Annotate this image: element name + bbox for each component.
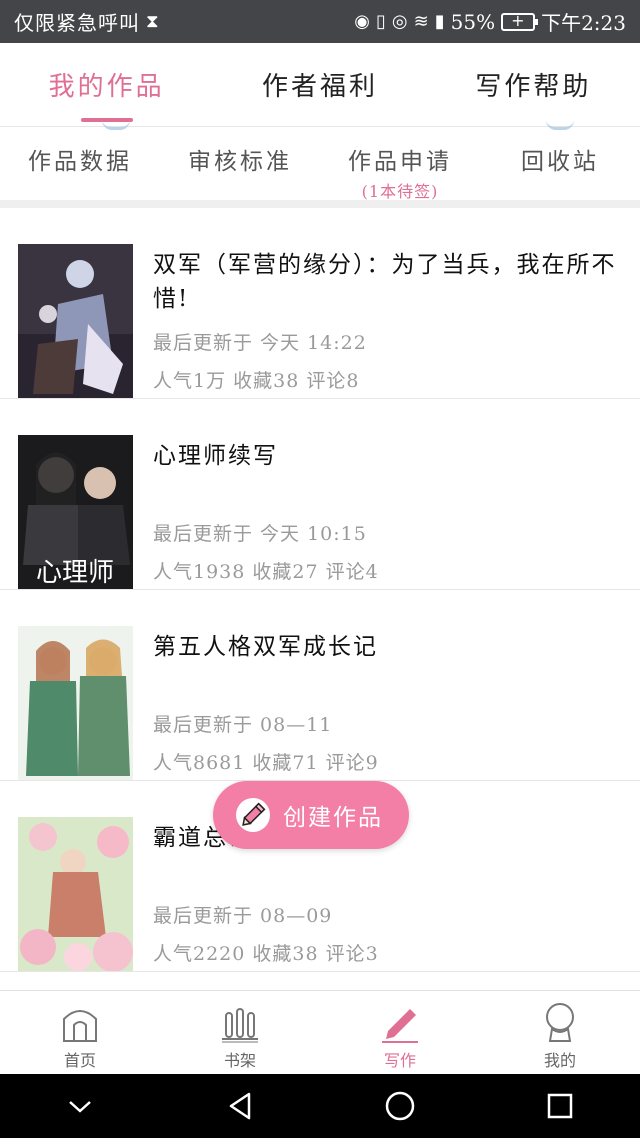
nav-write[interactable]: 写作 [320,991,480,1074]
work-title: 第五人格双军成长记 [153,634,378,660]
nav-label: 书架 [223,1051,256,1070]
subnav-work-data[interactable]: 作品数据 [0,128,160,200]
pen-icon [382,1009,418,1043]
top-tabs: 我的作品 作者福利 写作帮助 [0,43,640,127]
work-title: 双军（军营的缘分）：为了当兵，我在所不惜! [153,252,617,312]
create-work-button[interactable]: 创建作品 [213,781,409,849]
work-title: 心理师续写 [153,443,278,469]
work-info: 第五人格双军成长记 最后更新于 08—11 人气8681 收藏71 评论9 [153,626,622,780]
status-right: ◉ ▯ ◎ ≋ ▮ 55% + 下午2:23 [354,7,626,36]
signal-icon: ▮ [434,11,445,32]
works-list: 双军（军营的缘分）：为了当兵，我在所不惜! 最后更新于 今天 14:22 人气1… [0,208,640,972]
battery-percent: 55% [450,9,496,34]
status-left: 仅限紧急呼叫 ⧗ [14,7,160,36]
back-icon[interactable] [223,1089,257,1123]
vibrate-icon: ▯ [376,11,386,32]
work-item[interactable]: 第五人格双军成长记 最后更新于 08—11 人气8681 收藏71 评论9 [0,590,640,781]
work-stats: 人气1万 收藏38 评论8 [153,370,360,392]
pencil-icon [236,798,270,832]
nav-label: 写作 [383,1051,416,1070]
wifi-icon: ≋ [413,11,429,32]
tab-my-works[interactable]: 我的作品 [0,43,213,126]
work-info: 心理师续写 最后更新于 今天 10:15 人气1938 收藏27 评论4 [153,435,622,589]
work-item[interactable]: 心理师 心理师续写 最后更新于 今天 10:15 人气1938 收藏27 评论4 [0,399,640,590]
nav-bookshelf[interactable]: 书架 [160,991,320,1074]
subnav-label: 作品申请 [348,149,452,175]
work-info: 双军（军营的缘分）：为了当兵，我在所不惜! 最后更新于 今天 14:22 人气1… [153,244,622,398]
work-updated: 最后更新于 今天 14:22 [153,332,367,354]
battery-icon: + [501,11,539,31]
status-bar: 仅限紧急呼叫 ⧗ ◉ ▯ ◎ ≋ ▮ 55% + 下午2:23 [0,0,640,43]
profile-icon [546,1003,574,1042]
nav-home[interactable]: 首页 [0,991,160,1074]
bottom-nav: 首页 书架 写作 我的 [0,990,640,1074]
hourglass-icon: ⧗ [146,11,160,32]
book-cover [18,626,133,780]
bookshelf-icon [222,1008,258,1043]
subnav-review-standards[interactable]: 审核标准 [160,128,320,200]
sub-nav: 作品数据 审核标准 作品申请 (1本待签) 回收站 [0,127,640,201]
book-cover [18,244,133,398]
subnav-label: 审核标准 [188,149,292,175]
system-nav-bar [0,1074,640,1138]
home-circle-icon[interactable] [383,1089,417,1123]
location-icon: ◉ [354,11,370,32]
home-icon [63,1010,97,1042]
work-stats: 人气1938 收藏27 评论4 [153,561,379,583]
nav-profile[interactable]: 我的 [480,991,640,1074]
recents-icon[interactable] [543,1089,577,1123]
clock: 下午2:23 [541,11,626,35]
subnav-recycle-bin[interactable]: 回收站 [480,128,640,200]
work-updated: 最后更新于 今天 10:15 [153,523,367,545]
work-stats: 人气8681 收藏71 评论9 [153,752,379,774]
cover-title: 心理师 [36,558,114,588]
work-item[interactable]: 双军（军营的缘分）：为了当兵，我在所不惜! 最后更新于 今天 14:22 人气1… [0,208,640,399]
pending-sign-count: (1本待签) [361,182,439,201]
book-cover: 心理师 [18,435,133,589]
tab-writing-help[interactable]: 写作帮助 [427,43,640,126]
nav-label: 我的 [543,1051,576,1070]
tab-label: 写作帮助 [475,72,592,102]
divider [0,200,640,208]
subnav-label: 作品数据 [28,149,132,175]
nav-label: 首页 [63,1051,96,1070]
tab-label: 我的作品 [48,72,165,102]
subnav-work-application[interactable]: 作品申请 (1本待签) [320,128,480,201]
work-stats: 人气2220 收藏38 评论3 [153,943,379,965]
work-updated: 最后更新于 08—11 [153,714,333,736]
book-cover [18,817,133,971]
eye-icon: ◎ [391,11,408,32]
chevron-down-icon[interactable] [63,1089,97,1123]
carrier-text: 仅限紧急呼叫 [14,11,140,35]
tab-author-benefits[interactable]: 作者福利 [213,43,426,126]
subnav-label: 回收站 [521,149,599,175]
work-updated: 最后更新于 08—09 [153,905,333,927]
fab-label: 创建作品 [283,805,383,831]
tab-label: 作者福利 [261,72,378,102]
